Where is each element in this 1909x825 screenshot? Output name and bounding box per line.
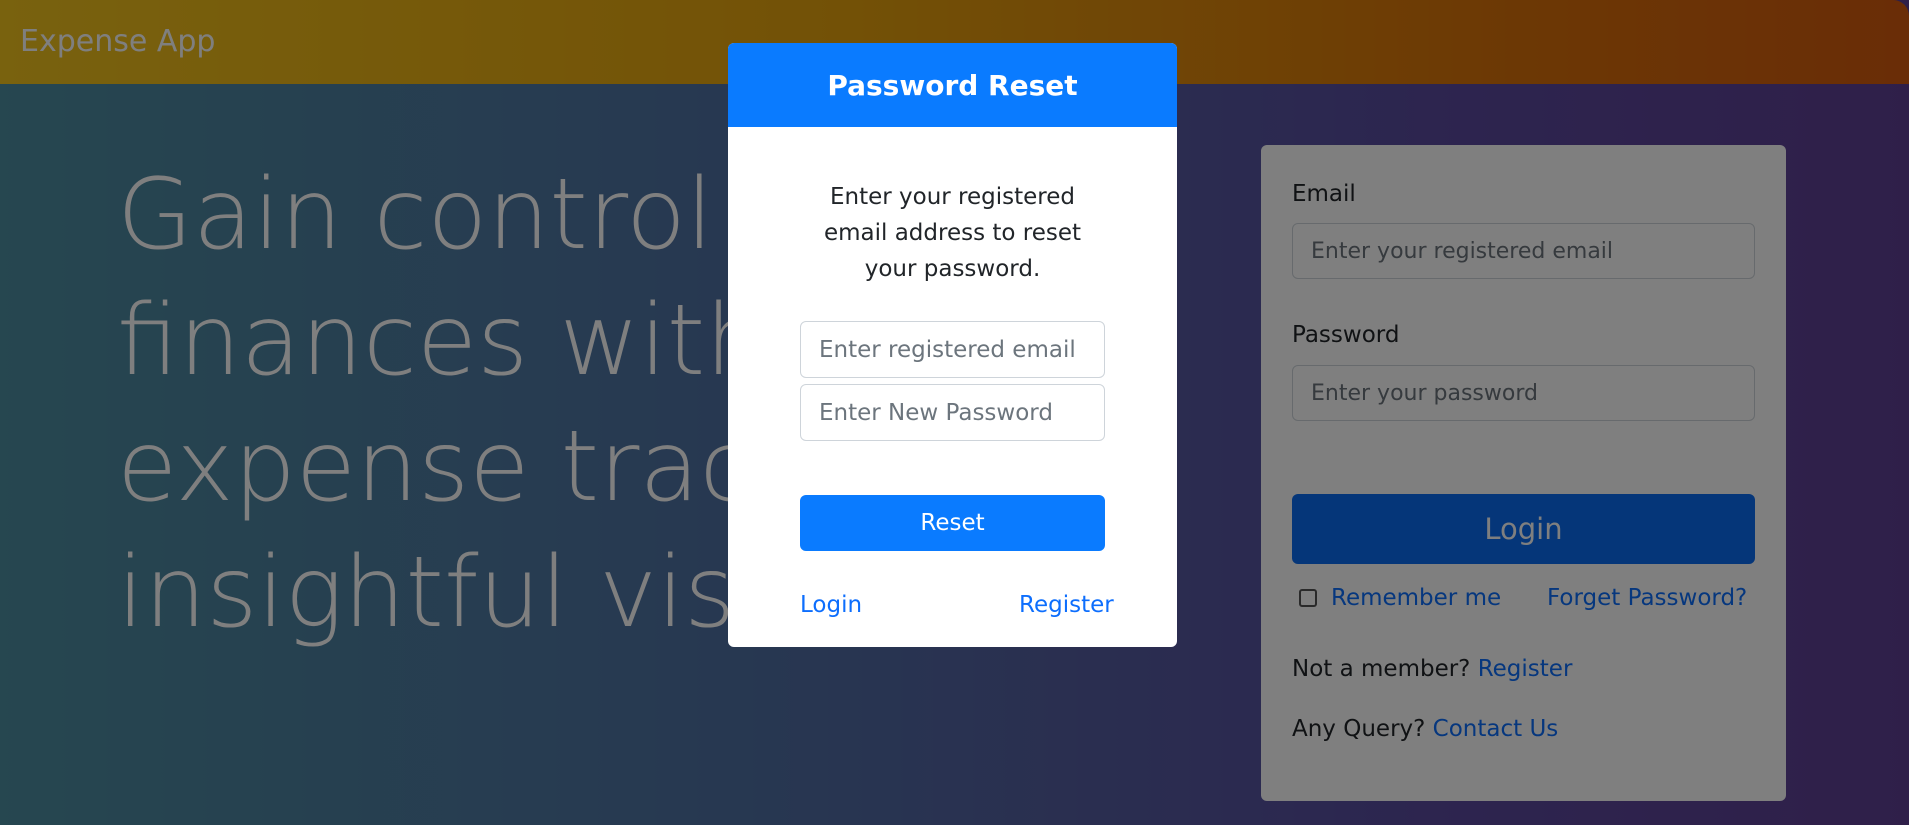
page: Expense App Gain control of finances wit…	[0, 0, 1909, 825]
modal-description: Enter your registered email address to r…	[823, 184, 1082, 282]
modal-title: Password Reset	[827, 68, 1078, 102]
reset-button[interactable]: Reset	[800, 495, 1105, 551]
reset-email-field[interactable]	[800, 321, 1105, 378]
modal-login-link[interactable]: Login	[800, 592, 862, 618]
new-password-field[interactable]	[800, 384, 1105, 441]
modal-header: Password Reset	[728, 43, 1177, 127]
password-reset-modal: Password Reset Enter your registered ema…	[728, 43, 1177, 647]
modal-register-link[interactable]: Register	[1019, 592, 1114, 618]
